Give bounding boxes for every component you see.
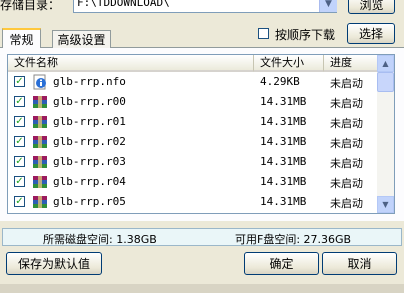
save-dir-value: F:\TDDOWNLOAD\ (77, 0, 170, 9)
save-dir-label: 存储目录： (0, 0, 61, 12)
file-status: 未启动 (330, 137, 363, 150)
file-size: 14.31MB (260, 135, 307, 148)
file-size: 4.29KB (260, 75, 300, 88)
rar-archive-icon (32, 174, 48, 190)
disk-space-bar: 所需磁盘空间: 1.38GB 可用F盘空间: 27.36GB (2, 228, 402, 246)
file-name: glb-rrp.r01 (53, 115, 126, 128)
file-checkbox[interactable]: ✓ (14, 76, 25, 87)
rar-archive-icon (32, 194, 48, 210)
tab-advanced-label: 高级设置 (57, 33, 106, 47)
chevron-down-icon[interactable]: ▼ (319, 0, 337, 12)
save-dir-input[interactable]: F:\TDDOWNLOAD\ (73, 0, 337, 13)
file-name: glb-rrp.r02 (53, 135, 126, 148)
required-space: 所需磁盘空间: 1.38GB (43, 233, 157, 246)
scroll-thumb[interactable] (377, 72, 394, 92)
column-header-name[interactable]: 文件名称 (8, 55, 254, 72)
file-checkbox[interactable]: ✓ (14, 196, 25, 207)
column-header-size[interactable]: 文件大小 (254, 55, 324, 72)
file-size: 14.31MB (260, 95, 307, 108)
rar-archive-icon (32, 154, 48, 170)
save-default-button[interactable]: 保存为默认值 (6, 252, 102, 275)
ok-button[interactable]: 确定 (244, 252, 319, 275)
scroll-down-icon[interactable]: ▼ (377, 196, 394, 213)
file-status: 未启动 (330, 97, 363, 110)
cancel-button[interactable]: 取消 (322, 252, 397, 275)
browse-button[interactable]: 浏览 (348, 0, 395, 14)
file-row[interactable]: ✓ glb-rrp.r04 14.31MB 未启动 (8, 172, 378, 192)
sequential-download-label: 按顺序下载 (275, 28, 336, 42)
file-list[interactable]: 文件名称 文件大小 进度 ✓ glb-rrp.nfo 4.29KB 未启动 ✓ glb-r… (7, 54, 395, 214)
file-status: 未启动 (330, 197, 363, 210)
file-status: 未启动 (330, 117, 363, 130)
scroll-up-icon[interactable]: ▲ (377, 55, 394, 72)
file-size: 14.31MB (260, 115, 307, 128)
file-checkbox[interactable]: ✓ (14, 96, 25, 107)
file-row[interactable]: ✓ glb-rrp.r00 14.31MB 未启动 (8, 92, 378, 112)
select-button[interactable]: 选择 (347, 23, 395, 44)
file-row[interactable]: ✓ glb-rrp.r05 14.31MB 未启动 (8, 192, 378, 212)
file-checkbox[interactable]: ✓ (14, 136, 25, 147)
tab-general[interactable]: 常规 (2, 28, 41, 48)
column-header-progress[interactable]: 进度 (324, 55, 378, 72)
file-name: glb-rrp.r03 (53, 155, 126, 168)
nfo-info-icon (32, 74, 48, 90)
rar-archive-icon (32, 134, 48, 150)
file-name: glb-rrp.r05 (53, 195, 126, 208)
file-size: 14.31MB (260, 155, 307, 168)
file-name: glb-rrp.nfo (53, 75, 126, 88)
file-status: 未启动 (330, 157, 363, 170)
vertical-scrollbar[interactable]: ▲ ▼ (377, 55, 394, 213)
file-status: 未启动 (330, 177, 363, 190)
rar-archive-icon (32, 94, 48, 110)
file-row[interactable]: ✓ glb-rrp.nfo 4.29KB 未启动 (8, 72, 378, 92)
window-bottom-edge (0, 284, 404, 293)
file-name: glb-rrp.r04 (53, 175, 126, 188)
file-row[interactable]: ✓ glb-rrp.r02 14.31MB 未启动 (8, 132, 378, 152)
tab-advanced[interactable]: 高级设置 (52, 30, 111, 48)
file-checkbox[interactable]: ✓ (14, 156, 25, 167)
available-space: 可用F盘空间: 27.36GB (235, 233, 352, 246)
file-row[interactable]: ✓ glb-rrp.r03 14.31MB 未启动 (8, 152, 378, 172)
rar-archive-icon (32, 114, 48, 130)
file-size: 14.31MB (260, 195, 307, 208)
file-checkbox[interactable]: ✓ (14, 176, 25, 187)
tab-general-label: 常规 (9, 32, 34, 47)
file-status: 未启动 (330, 77, 363, 90)
file-size: 14.31MB (260, 175, 307, 188)
file-name: glb-rrp.r00 (53, 95, 126, 108)
file-checkbox[interactable]: ✓ (14, 116, 25, 127)
sequential-download-checkbox[interactable] (258, 28, 269, 39)
file-row[interactable]: ✓ glb-rrp.r01 14.31MB 未启动 (8, 112, 378, 132)
